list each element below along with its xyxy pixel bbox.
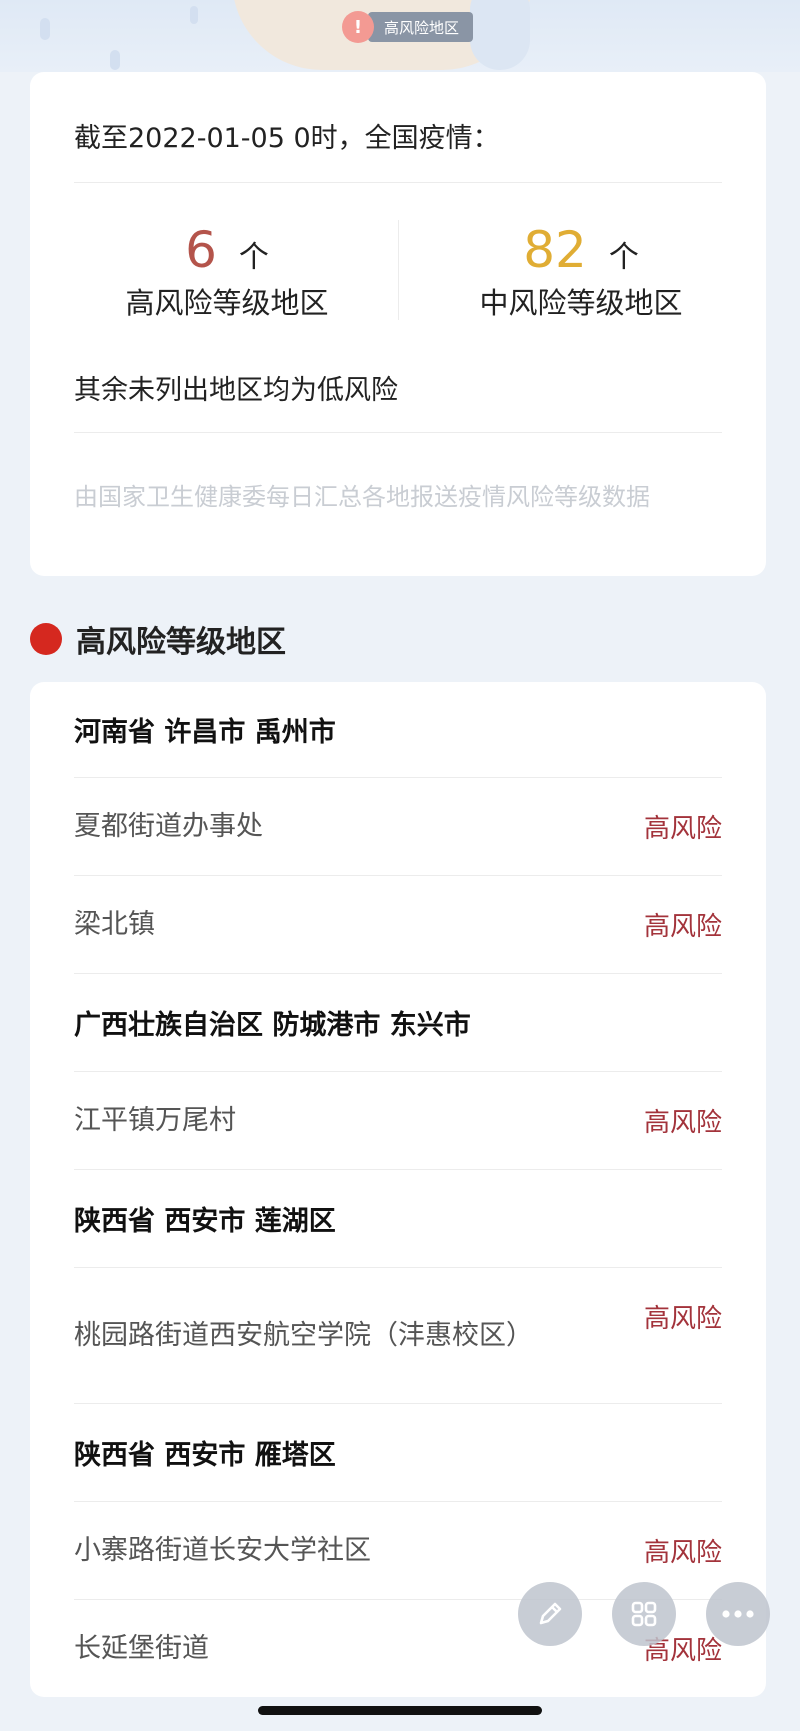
list-item[interactable]: 江平镇万尾村 高风险 — [74, 1072, 722, 1170]
home-indicator[interactable] — [258, 1706, 542, 1715]
place-name: 夏都街道办事处 — [74, 810, 263, 842]
region-row: 陕西省 西安市 莲湖区 — [74, 1170, 722, 1268]
illustration-dot — [110, 50, 120, 70]
edit-button[interactable] — [518, 1582, 582, 1646]
medium-risk-stat: 82 个 中风险等级地区 — [416, 220, 746, 322]
region-name: 河南省 许昌市 禹州市 — [74, 717, 336, 748]
grid-menu-button[interactable] — [612, 1582, 676, 1646]
region-name: 广西壮族自治区 防城港市 东兴市 — [74, 1010, 471, 1041]
high-risk-list-card: 河南省 许昌市 禹州市 夏都街道办事处 高风险 梁北镇 高风险 广西壮族自治区 … — [30, 682, 766, 1697]
high-risk-stat: 6 个 高风险等级地区 — [62, 220, 392, 322]
divider — [74, 432, 722, 433]
place-name: 小寨路街道长安大学社区 — [74, 1534, 371, 1566]
edit-icon — [539, 1602, 562, 1625]
alert-icon: ! — [342, 11, 374, 43]
section-header: 高风险等级地区 — [30, 617, 286, 661]
as-of-heading: 截至2022-01-05 0时，全国疫情： — [74, 123, 500, 154]
medium-risk-caption: 中风险等级地区 — [479, 286, 683, 320]
red-dot-icon — [30, 623, 62, 655]
medium-risk-unit: 个 — [608, 240, 639, 275]
risk-level: 高风险 — [643, 1108, 722, 1138]
list-item[interactable]: 桃园路街道西安航空学院（沣惠校区） 高风险 — [74, 1268, 722, 1404]
more-icon — [722, 1610, 754, 1618]
illustration-shape — [470, 0, 530, 70]
data-source-note: 由国家卫生健康委每日汇总各地报送疫情风险等级数据 — [74, 483, 650, 511]
divider — [74, 182, 722, 183]
more-button[interactable] — [706, 1582, 770, 1646]
high-risk-unit: 个 — [238, 240, 269, 275]
low-risk-note: 其余未列出地区均为低风险 — [74, 375, 398, 406]
illustration-dot — [190, 6, 198, 24]
header-illustration: ! 高风险地区 — [0, 0, 800, 72]
region-row: 陕西省 西安市 雁塔区 — [74, 1404, 722, 1502]
chip-label: 高风险地区 — [368, 12, 474, 42]
medium-risk-count: 82 — [523, 221, 587, 279]
region-name: 陕西省 西安市 雁塔区 — [74, 1440, 336, 1471]
list-item[interactable]: 夏都街道办事处 高风险 — [74, 778, 722, 876]
place-name: 江平镇万尾村 — [74, 1104, 236, 1136]
high-risk-caption: 高风险等级地区 — [125, 286, 329, 320]
place-name: 长延堡街道 — [74, 1632, 209, 1664]
list-item[interactable]: 梁北镇 高风险 — [74, 876, 722, 974]
risk-level: 高风险 — [643, 1304, 722, 1334]
region-name: 陕西省 西安市 莲湖区 — [74, 1206, 336, 1237]
risk-level: 高风险 — [643, 1538, 722, 1568]
region-row: 广西壮族自治区 防城港市 东兴市 — [74, 974, 722, 1072]
section-title: 高风险等级地区 — [76, 625, 286, 660]
high-risk-area-chip[interactable]: ! 高风险地区 — [342, 10, 474, 44]
grid-icon — [631, 1601, 657, 1627]
illustration-dot — [40, 18, 50, 40]
place-name: 桃园路街道西安航空学院（沣惠校区） — [74, 1319, 533, 1351]
risk-level: 高风险 — [643, 814, 722, 844]
high-risk-count: 6 — [185, 221, 217, 279]
region-row: 河南省 许昌市 禹州市 — [74, 682, 722, 778]
risk-level: 高风险 — [643, 912, 722, 942]
list-item[interactable]: 小寨路街道长安大学社区 高风险 — [74, 1502, 722, 1600]
stat-divider — [398, 220, 399, 320]
summary-card: 截至2022-01-05 0时，全国疫情： 6 个 高风险等级地区 82 个 中… — [30, 72, 766, 576]
place-name: 梁北镇 — [74, 908, 155, 940]
